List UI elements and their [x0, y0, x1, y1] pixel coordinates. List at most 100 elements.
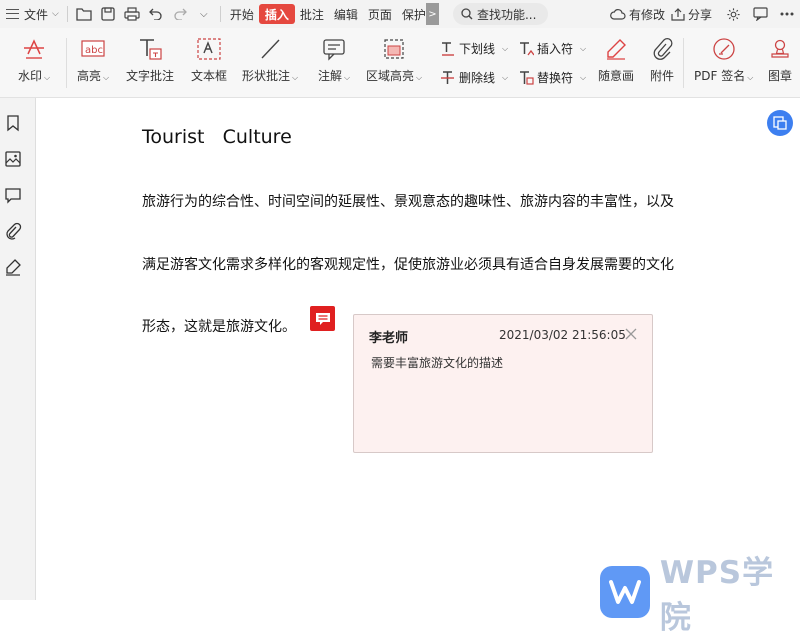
insert-char-button[interactable]: 插入符 ⌵ — [518, 40, 586, 57]
paragraph-line: 形态，这就是旅游文化。 — [142, 319, 296, 335]
cloud-icon — [610, 9, 626, 20]
note-button[interactable]: 注解 ⌵ — [318, 34, 350, 84]
area-highlight-icon — [384, 39, 404, 59]
more-options-button[interactable] — [780, 12, 794, 16]
comment-marker[interactable] — [310, 306, 335, 331]
divider — [66, 38, 67, 88]
note-label: 注解 — [318, 69, 343, 83]
highlight-icon-text: abc — [85, 45, 103, 56]
note-icon — [315, 312, 330, 325]
insert-char-icon — [520, 41, 534, 55]
quick-access-dropdown-icon[interactable]: ⌵ — [192, 0, 216, 28]
file-menu-button[interactable]: 文件 ⌵ — [0, 0, 63, 28]
watermark-button[interactable]: 水印 ⌵ — [18, 34, 50, 84]
comment-popup[interactable]: 李老师 2021/03/02 21:56:05 需要丰富旅游文化的描述 — [353, 314, 653, 453]
document-page: Tourist Culture 旅游行为的综合性、时间空间的延展性、景观意态的趣… — [36, 98, 800, 600]
ribbon-toolbar: 水印 ⌵ abc 高亮 ⌵ 文字批注 文本框 形状批注 ⌵ 注解 ⌵ 区域高亮 ⌵ 下划线… — [0, 28, 800, 98]
wps-watermark: WPS学院 — [600, 547, 800, 637]
area-highlight-button[interactable]: 区域高亮 ⌵ — [366, 34, 422, 84]
text-box-icon — [197, 38, 221, 60]
note-icon — [323, 39, 345, 61]
replace-char-button[interactable]: 替换符 ⌵ — [518, 69, 586, 86]
text-box-label: 文本框 — [191, 69, 228, 83]
more-tabs-button[interactable]: > — [425, 3, 439, 25]
signature-panel-icon[interactable] — [4, 258, 22, 276]
tab-edit[interactable]: 编辑 — [329, 0, 363, 28]
replace-char-icon — [520, 70, 534, 85]
stamp-button[interactable]: 图章 — [768, 34, 792, 84]
underline-icon — [442, 41, 454, 56]
stamp-icon — [771, 39, 789, 58]
title-bar: 文件 ⌵ ⌵ 开始 插入 批注 编辑 页面 保护 > 查找功能... 有修改 分… — [0, 0, 800, 28]
watermark-label: 水印 — [18, 69, 43, 83]
text-annotation-icon — [140, 39, 162, 60]
paperclip-icon — [653, 38, 673, 60]
divider — [683, 38, 684, 88]
modified-status-button[interactable]: 有修改 — [610, 6, 665, 23]
wps-logo-icon — [600, 566, 650, 618]
page-title: Tourist Culture — [142, 126, 292, 148]
text-box-button[interactable]: 文本框 — [191, 34, 227, 84]
freehand-label: 随意画 — [598, 69, 635, 83]
underline-label: 下划线 — [459, 42, 496, 56]
settings-button[interactable] — [726, 7, 741, 22]
watermark-icon — [24, 39, 45, 59]
comment-timestamp: 2021/03/02 21:56:05 — [499, 328, 626, 342]
line-shape-icon — [261, 39, 280, 59]
text-annotation-label: 文字批注 — [126, 69, 175, 83]
bookmark-icon[interactable] — [4, 114, 22, 132]
floating-tool-button[interactable] — [767, 110, 793, 136]
tab-page[interactable]: 页面 — [363, 0, 397, 28]
tab-start[interactable]: 开始 — [225, 0, 259, 28]
chevron-down-icon: ⌵ — [52, 9, 59, 19]
share-icon — [671, 7, 685, 21]
paragraph-line: 旅游行为的综合性、时间空间的延展性、景观意态的趣味性、旅游内容的丰富性，以及 — [142, 194, 674, 210]
underline-button[interactable]: 下划线 ⌵ — [440, 40, 508, 57]
share-label: 分享 — [687, 7, 712, 22]
text-annotation-button[interactable]: 文字批注 — [126, 34, 174, 84]
undo-icon[interactable] — [144, 0, 168, 28]
strikethrough-button[interactable]: 删除线 ⌵ — [440, 69, 508, 86]
save-icon[interactable] — [96, 0, 120, 28]
paragraph-line: 满足游客文化需求多样化的客观规定性，促使旅游业必须具有适合自身发展需要的文化 — [142, 257, 674, 273]
print-icon[interactable] — [120, 0, 144, 28]
attachment-panel-icon[interactable] — [4, 222, 22, 240]
redo-icon[interactable] — [168, 0, 192, 28]
area-highlight-label: 区域高亮 — [366, 69, 415, 83]
chat-button[interactable] — [753, 7, 768, 21]
gear-icon — [727, 7, 740, 21]
attachment-label: 附件 — [650, 69, 675, 83]
tab-annotate[interactable]: 批注 — [295, 0, 329, 28]
modified-label: 有修改 — [628, 7, 665, 22]
attachment-button[interactable]: 附件 — [650, 34, 674, 84]
left-sidebar — [0, 98, 36, 600]
signature-icon — [712, 38, 735, 60]
strikethrough-icon — [441, 70, 454, 84]
highlight-icon: abc — [81, 40, 105, 57]
search-placeholder: 查找功能... — [476, 7, 537, 22]
search-icon — [461, 8, 473, 20]
freehand-button[interactable]: 随意画 — [598, 34, 634, 84]
search-function-box[interactable]: 查找功能... — [452, 3, 549, 25]
file-menu-label: 文件 — [24, 7, 49, 22]
image-thumbnail-icon[interactable] — [4, 150, 22, 168]
hamburger-icon — [6, 9, 19, 19]
tab-insert[interactable]: 插入 — [258, 4, 295, 24]
comment-panel-icon[interactable] — [4, 186, 22, 204]
close-icon[interactable] — [624, 327, 638, 341]
shape-annotation-button[interactable]: 形状批注 ⌵ — [242, 34, 298, 84]
insert-char-label: 插入符 — [537, 42, 574, 56]
comment-text[interactable]: 需要丰富旅游文化的描述 — [371, 354, 503, 371]
tab-protect[interactable]: 保护 — [397, 0, 426, 28]
strikethrough-label: 删除线 — [459, 71, 496, 85]
stamp-label: 图章 — [768, 69, 793, 83]
open-folder-icon[interactable] — [72, 0, 96, 28]
share-button[interactable]: 分享 — [671, 6, 712, 23]
pdf-sign-button[interactable]: PDF 签名 ⌵ — [694, 34, 753, 84]
replace-char-label: 替换符 — [537, 71, 574, 85]
ellipsis-icon — [780, 12, 794, 16]
page-tool-icon — [773, 116, 787, 130]
wps-brand-text: WPS学院 — [659, 555, 775, 636]
pdf-sign-label: PDF 签名 — [694, 69, 746, 83]
highlight-button[interactable]: abc 高亮 ⌵ — [77, 34, 109, 84]
